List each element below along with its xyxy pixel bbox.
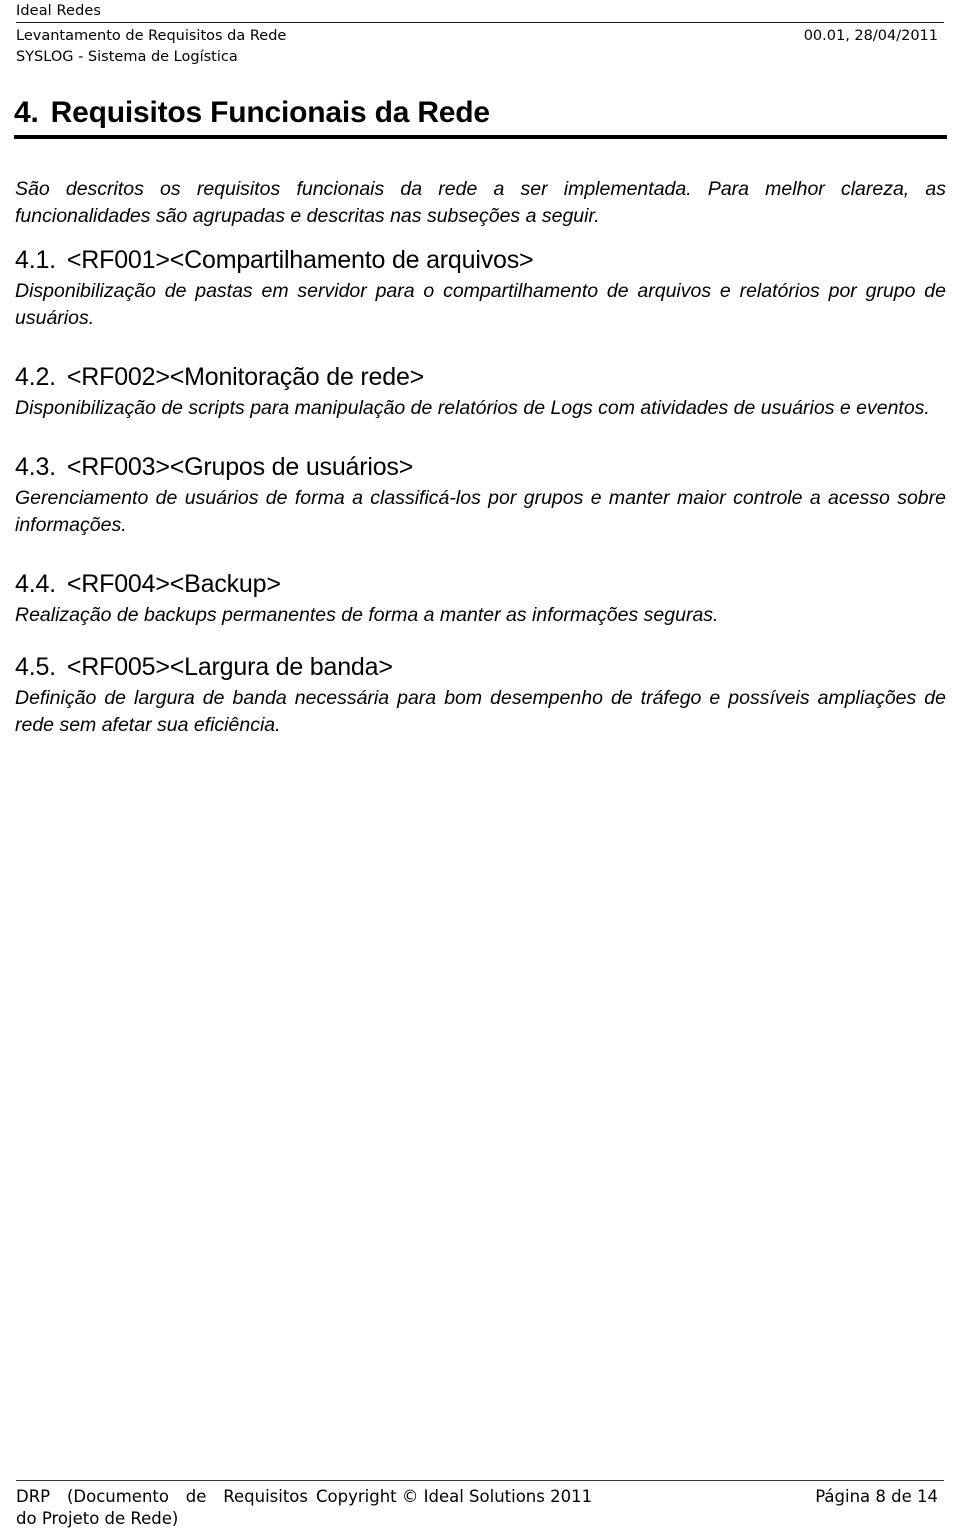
document-header: Ideal Redes Levantamento de Requisitos d… — [16, 2, 944, 68]
section-title-text: Requisitos Funcionais da Rede — [50, 96, 490, 129]
subsection-body: Disponibilização de pastas em servidor p… — [15, 280, 946, 329]
subsection-body: Realização de backups permanentes de for… — [15, 604, 719, 626]
subsection-heading-text: <RF002><Monitoração de rede> — [66, 363, 425, 391]
subsection-heading-text: <RF003><Grupos de usuários> — [66, 453, 414, 481]
header-divider-rule — [16, 22, 944, 23]
subsection-heading: 4.4. <RF004><Backup> — [15, 568, 946, 600]
subsection-4-2: 4.2. <RF002><Monitoração de rede> Disponi… — [15, 361, 946, 422]
subsection-4-4: 4.4. <RF004><Backup> Realização de backup… — [15, 568, 946, 629]
header-left-block: Levantamento de Requisitos da Rede SYSLO… — [16, 26, 286, 68]
footer-document-reference: DRP (Documento de Requisitos do Projeto … — [16, 1486, 316, 1530]
subsection-4-3: 4.3. <RF003><Grupos de usuários> Gerencia… — [15, 451, 946, 539]
footer-page-number: Página 8 de 14 — [815, 1487, 938, 1506]
section-title-block: 4. Requisitos Funcionais da Rede — [14, 96, 947, 139]
subsection-number: 4.3. — [15, 453, 56, 481]
subsection-heading-text: <RF001><Compartilhamento de arquivos> — [66, 246, 534, 274]
subsection-heading-text: <RF005><Largura de banda> — [66, 653, 393, 681]
subsection-body: Disponibilização de scripts para manipul… — [15, 397, 930, 419]
subsection-body: Gerenciamento de usuários de forma a cla… — [15, 487, 946, 536]
footer-doc-ref-line-1: DRP (Documento de Requisitos — [16, 1487, 308, 1506]
page-title: 4. Requisitos Funcionais da Rede — [14, 96, 947, 130]
subsection-4-1: 4.1. <RF001><Compartilhamento de arquivos… — [15, 244, 946, 332]
footer-divider-rule — [16, 1480, 944, 1481]
subsection-heading-text: <RF004><Backup> — [66, 570, 281, 598]
footer-row: DRP (Documento de Requisitos do Projeto … — [16, 1486, 944, 1530]
section-intro-paragraph: São descritos os requisitos funcionais d… — [15, 178, 946, 227]
subsection-heading: 4.3. <RF003><Grupos de usuários> — [15, 451, 946, 483]
subsection-number: 4.2. — [15, 363, 56, 391]
header-info-row: Levantamento de Requisitos da Rede SYSLO… — [16, 26, 944, 68]
subsection-heading: 4.2. <RF002><Monitoração de rede> — [15, 361, 946, 393]
document-footer: DRP (Documento de Requisitos do Projeto … — [16, 1480, 944, 1530]
section-number: 4. — [14, 96, 39, 129]
document-content: São descritos os requisitos funcionais d… — [15, 176, 946, 739]
footer-doc-ref-line-2: do Projeto de Rede) — [16, 1509, 179, 1528]
header-document-title: Levantamento de Requisitos da Rede — [16, 28, 287, 44]
subsection-number: 4.5. — [15, 653, 56, 681]
subsection-4-5: 4.5. <RF005><Largura de banda> Definição … — [15, 651, 946, 739]
subsection-heading: 4.1. <RF001><Compartilhamento de arquivos… — [15, 244, 946, 276]
subsection-number: 4.1. — [15, 246, 56, 274]
subsection-number: 4.4. — [15, 570, 56, 598]
header-version-date: 00.01, 28/04/2011 — [803, 28, 938, 44]
subsection-heading: 4.5. <RF005><Largura de banda> — [15, 651, 946, 683]
document-page: Ideal Redes Levantamento de Requisitos d… — [0, 0, 960, 1529]
header-system-name: SYSLOG - Sistema de Logística — [16, 49, 238, 65]
header-company-name: Ideal Redes — [16, 3, 102, 19]
section-title-rule — [14, 135, 947, 139]
subsection-body: Definição de largura de banda necessária… — [15, 687, 946, 736]
footer-copyright: Copyright © Ideal Solutions 2011 — [316, 1487, 593, 1506]
